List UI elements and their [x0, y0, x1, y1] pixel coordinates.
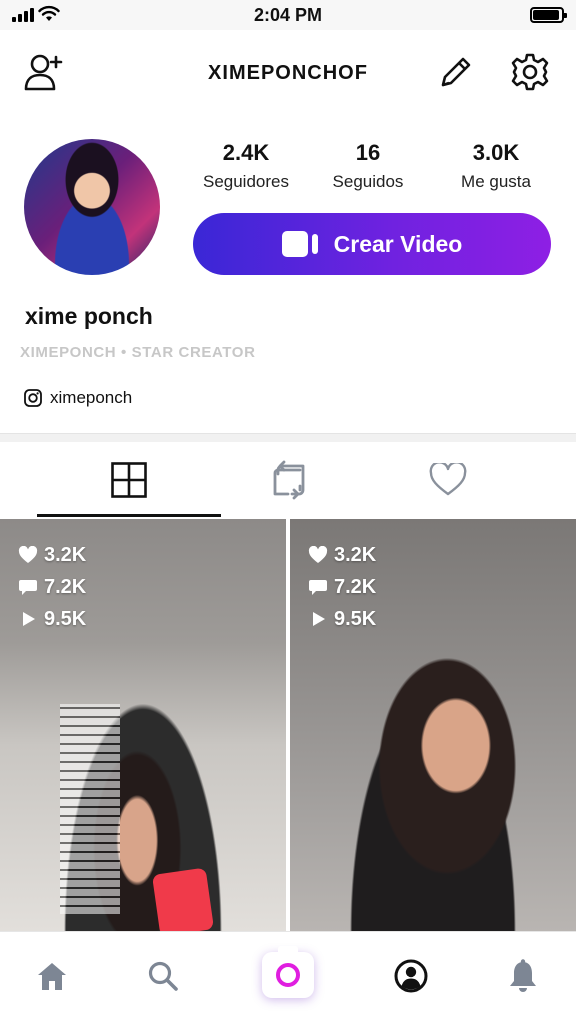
page-title: XIMEPONCHOF: [208, 62, 368, 84]
bottom-nav: [0, 931, 576, 1024]
nav-profile[interactable]: [381, 946, 441, 1006]
comment-icon: [19, 580, 37, 595]
status-bar: 2:04 PM: [0, 0, 576, 30]
profile-tabs: [0, 442, 576, 518]
red-phone-image: [151, 867, 215, 931]
video-thumbnail[interactable]: 3.2K 7.2K 9.5K: [290, 519, 576, 931]
home-icon: [38, 963, 66, 990]
settings-button[interactable]: [508, 50, 552, 94]
display-name: xime ponch: [25, 303, 153, 329]
video-comments: 7.2K: [308, 571, 376, 603]
stat-likes[interactable]: 3.0K Me gusta: [448, 140, 544, 192]
likes-count: 3.2K: [334, 543, 377, 566]
play-icon: [23, 612, 35, 626]
video-stats: 3.2K 7.2K 9.5K: [18, 539, 86, 635]
battery-icon: [530, 7, 567, 23]
stat-following[interactable]: 16 Seguidos: [320, 140, 416, 192]
create-video-button[interactable]: Crear Video: [193, 213, 551, 275]
comment-icon: [309, 580, 327, 595]
nav-search[interactable]: [133, 946, 193, 1006]
stat-label: Me gusta: [461, 172, 531, 191]
views-count: 9.5K: [44, 607, 87, 630]
stat-value: 3.0K: [472, 140, 520, 165]
grid-icon: [111, 462, 147, 498]
heart-outline-icon: [429, 463, 467, 496]
profile-icon: [394, 959, 428, 993]
nav-home[interactable]: [22, 946, 82, 1006]
heart-filled-icon: [308, 546, 328, 563]
repost-icon: [273, 460, 305, 500]
avatar[interactable]: [24, 139, 160, 275]
stat-value: 16: [355, 140, 381, 165]
edit-profile-button[interactable]: [434, 50, 478, 94]
instagram-handle: ximeponch: [50, 388, 133, 407]
stat-label: Seguidores: [202, 172, 289, 191]
video-views: 9.5K: [308, 603, 376, 635]
profile-stats: 2.4K Seguidores 16 Seguidos 3.0K Me gust…: [186, 140, 566, 200]
tab-reposts[interactable]: [197, 442, 381, 518]
comments-count: 7.2K: [334, 575, 377, 598]
video-likes: 3.2K: [308, 539, 376, 571]
video-camera-icon: [281, 231, 318, 257]
profile-subtitle: XIMEPONCH • STAR CREATOR: [20, 344, 256, 361]
video-likes: 3.2K: [18, 539, 86, 571]
video-views: 9.5K: [18, 603, 86, 635]
pencil-icon: [441, 57, 471, 87]
video-grid: 3.2K 7.2K 9.5K 3.2K 7.2K 9.5K: [0, 519, 576, 931]
video-stats: 3.2K 7.2K 9.5K: [308, 539, 376, 635]
gear-icon: [511, 53, 549, 91]
views-count: 9.5K: [334, 607, 377, 630]
instagram-link[interactable]: ximeponch: [24, 386, 132, 410]
heart-filled-icon: [18, 546, 38, 563]
tab-active-indicator: [37, 514, 221, 517]
instagram-icon: [24, 389, 42, 407]
likes-count: 3.2K: [44, 543, 87, 566]
stat-value: 2.4K: [222, 140, 270, 165]
section-divider: [0, 433, 576, 442]
video-thumbnail[interactable]: 3.2K 7.2K 9.5K: [0, 519, 286, 931]
stat-followers[interactable]: 2.4K Seguidores: [194, 140, 298, 192]
play-icon: [313, 612, 325, 626]
nav-notifications[interactable]: [493, 946, 553, 1006]
create-video-label: Crear Video: [333, 230, 463, 257]
tab-liked[interactable]: [356, 442, 540, 518]
stat-label: Seguidos: [332, 172, 404, 191]
comments-count: 7.2K: [44, 575, 87, 598]
camera-icon: [276, 963, 300, 987]
nav-camera-button[interactable]: [262, 946, 314, 998]
search-icon: [148, 961, 178, 991]
status-time: 2:04 PM: [253, 5, 323, 25]
video-comments: 7.2K: [18, 571, 86, 603]
bell-icon: [510, 959, 536, 992]
profile-header: XIMEPONCHOF: [0, 30, 576, 116]
background-photo-wall: [60, 704, 120, 914]
tab-videos[interactable]: [37, 442, 221, 518]
